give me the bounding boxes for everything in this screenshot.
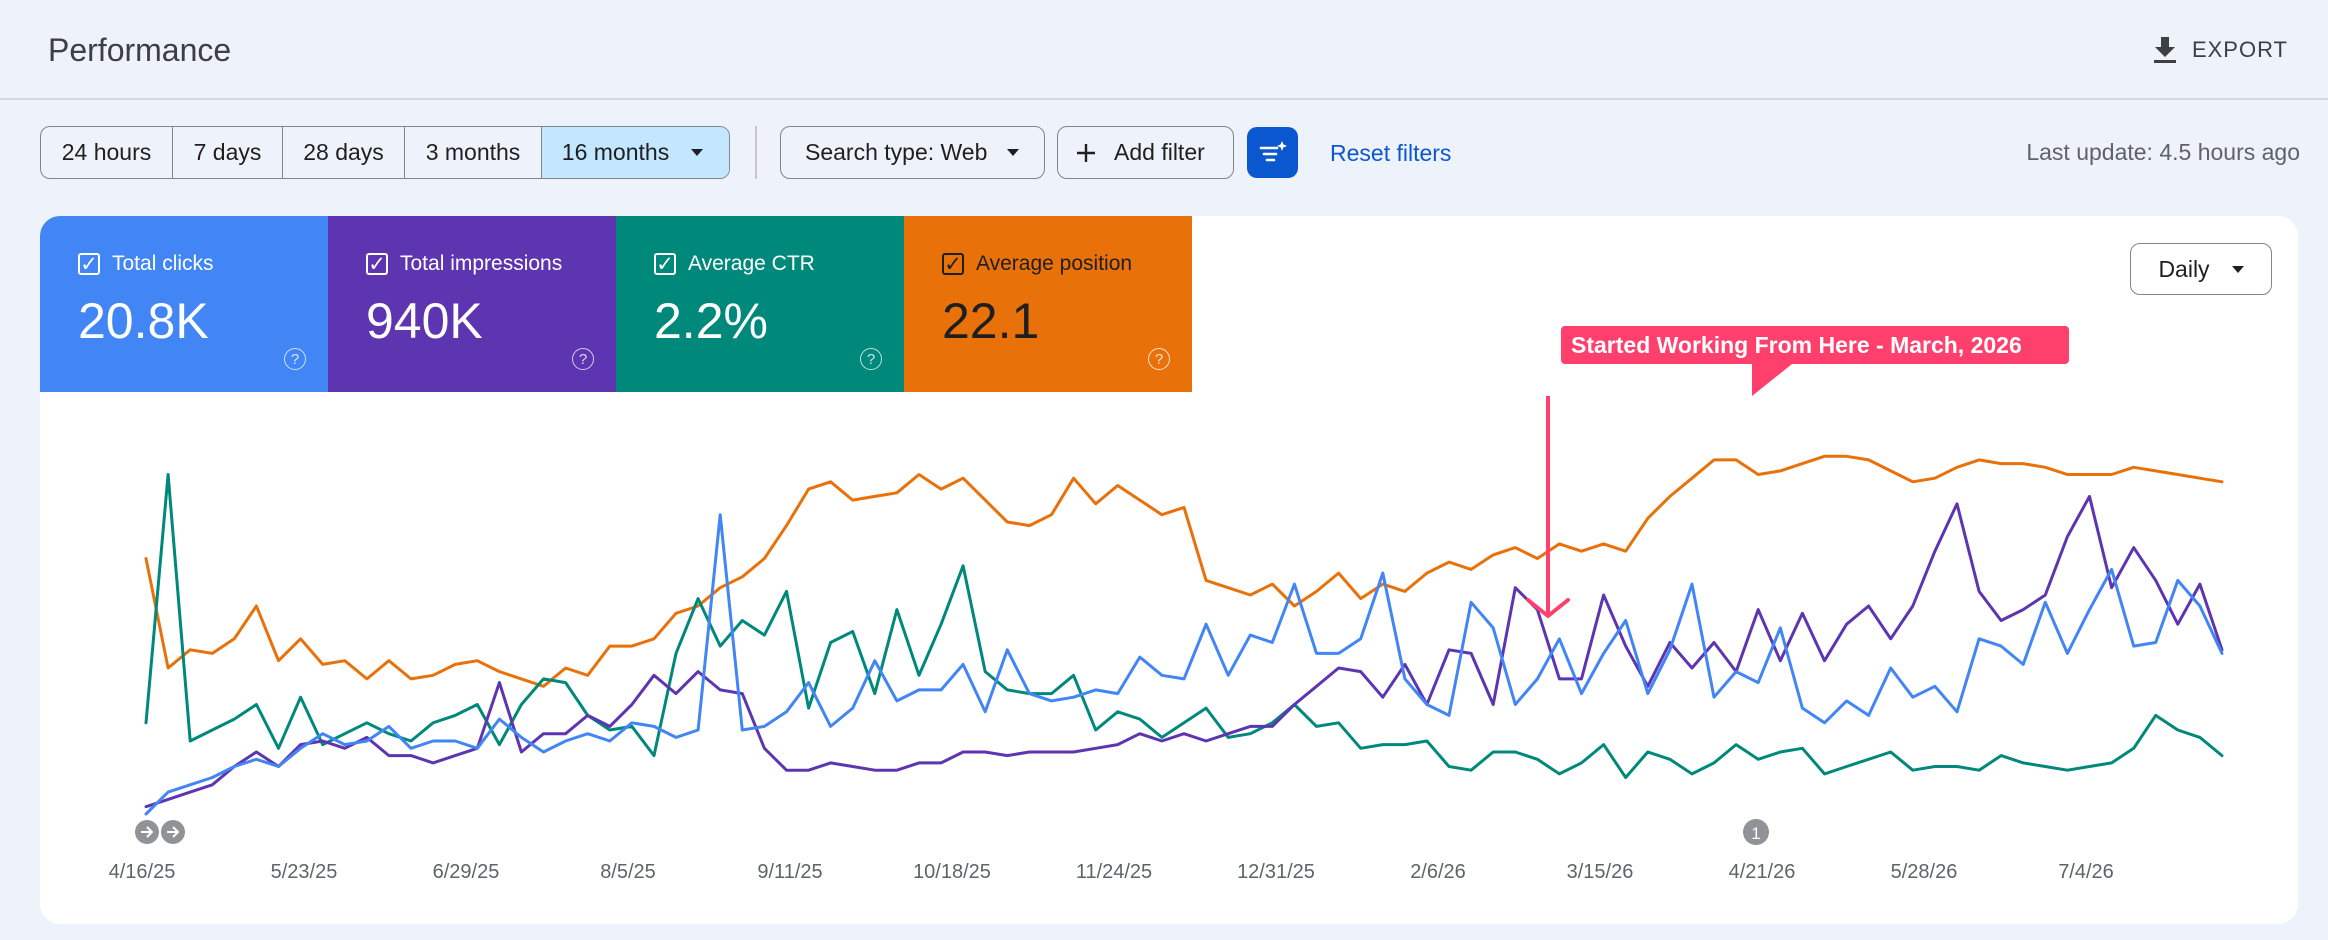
page-title: Performance	[48, 32, 232, 68]
x-tick-label: 3/15/26	[1567, 861, 1634, 883]
x-tick-label: 9/11/25	[757, 861, 822, 883]
chevron-down-icon	[691, 149, 704, 156]
x-tick-label: 11/24/25	[1076, 861, 1152, 883]
metric-label: Total impressions	[400, 252, 563, 275]
x-tick-label: 5/28/26	[1891, 861, 1958, 883]
chart-lines	[144, 454, 2224, 816]
metric-value: 20.8K	[78, 293, 209, 349]
range-option-3m[interactable]: 3 months	[405, 127, 542, 178]
note-badge-count: 1	[1751, 824, 1760, 843]
x-tick-label: 5/23/25	[271, 861, 338, 883]
range-option-24h[interactable]: 24 hours	[41, 127, 173, 178]
x-tick-label: 8/5/25	[600, 861, 656, 883]
export-label: EXPORT	[2191, 37, 2288, 62]
x-tick-label: 10/18/25	[913, 861, 991, 883]
metric-value: 22.1	[942, 293, 1040, 349]
annotation-text: Started Working From Here - March, 2026	[1571, 332, 2022, 358]
metric-label: Average position	[976, 252, 1133, 275]
metric-label: Average CTR	[688, 252, 815, 275]
performance-card: Started Working From Here - March, 2026 …	[40, 216, 2298, 924]
metric-total-impressions[interactable]: ✓ Total impressions 940K ?	[328, 216, 616, 392]
metric-value: 940K	[366, 293, 483, 349]
chevron-down-icon	[1007, 149, 1020, 156]
x-tick-label: 6/29/25	[433, 861, 500, 883]
reset-filters-link[interactable]: Reset filters	[1330, 140, 1451, 167]
chevron-down-icon	[2231, 265, 2244, 273]
series-line-average-ctr	[144, 473, 2224, 779]
x-tick-label: 2/6/26	[1410, 861, 1466, 883]
add-filter-label: Add filter	[1114, 139, 1205, 165]
checkbox-checked-icon[interactable]: ✓	[942, 253, 964, 276]
search-type-dropdown[interactable]: Search type: Web	[780, 126, 1045, 179]
checkbox-checked-icon[interactable]: ✓	[78, 253, 100, 276]
help-icon[interactable]: ?	[572, 348, 594, 370]
range-option-7d[interactable]: 7 days	[173, 127, 283, 178]
metric-total-clicks[interactable]: ✓ Total clicks 20.8K ?	[40, 216, 328, 392]
metric-value: 2.2%	[654, 293, 768, 349]
sparkle-filter-button[interactable]	[1247, 127, 1298, 178]
filter-toolbar: 24 hours 7 days 28 days 3 months 16 mont…	[40, 126, 2300, 180]
filter-sparkle-icon	[1259, 140, 1287, 161]
range-option-28d[interactable]: 28 days	[283, 127, 405, 178]
last-update-text: Last update: 4.5 hours ago	[2026, 139, 2300, 165]
range-option-16m-label: 16 months	[561, 139, 670, 165]
toolbar-divider	[755, 126, 757, 179]
metric-average-ctr[interactable]: ✓ Average CTR 2.2% ?	[616, 216, 904, 392]
granularity-label: Daily	[2158, 255, 2210, 282]
export-button[interactable]: EXPORT	[2152, 28, 2288, 72]
x-axis-labels: 4/16/25 5/23/25 6/29/25 8/5/25 9/11/25 10/18/…	[109, 861, 2114, 883]
metric-label: Total clicks	[112, 252, 214, 275]
page-header: Performance EXPORT	[0, 0, 2328, 100]
add-filter-button[interactable]: Add filter	[1057, 126, 1234, 179]
x-tick-label: 4/21/26	[1729, 861, 1796, 883]
granularity-dropdown[interactable]: Daily	[2130, 243, 2272, 295]
plus-icon	[1077, 143, 1095, 162]
annotation-group: Started Working From Here - March, 2026	[1526, 326, 2069, 619]
date-range-selector: 24 hours 7 days 28 days 3 months 16 mont…	[40, 126, 730, 179]
checkbox-checked-icon[interactable]: ✓	[366, 253, 388, 276]
metric-average-position[interactable]: ✓ Average position 22.1 ?	[904, 216, 1192, 392]
download-icon	[2153, 37, 2176, 63]
x-tick-label: 7/4/26	[2058, 861, 2114, 883]
x-tick-label: 12/31/25	[1237, 861, 1315, 883]
chart-markers: 1	[135, 819, 1769, 845]
range-option-16m[interactable]: 16 months	[542, 127, 729, 178]
help-icon[interactable]: ?	[1148, 348, 1170, 370]
help-icon[interactable]: ?	[284, 348, 306, 370]
series-line-total-impressions	[144, 494, 2224, 809]
help-icon[interactable]: ?	[860, 348, 882, 370]
checkbox-checked-icon[interactable]: ✓	[654, 253, 676, 276]
series-line-average-position	[144, 454, 2224, 688]
annotation-tail	[1752, 364, 1792, 396]
x-tick-label: 4/16/25	[109, 861, 176, 883]
search-type-label: Search type: Web	[805, 139, 988, 165]
